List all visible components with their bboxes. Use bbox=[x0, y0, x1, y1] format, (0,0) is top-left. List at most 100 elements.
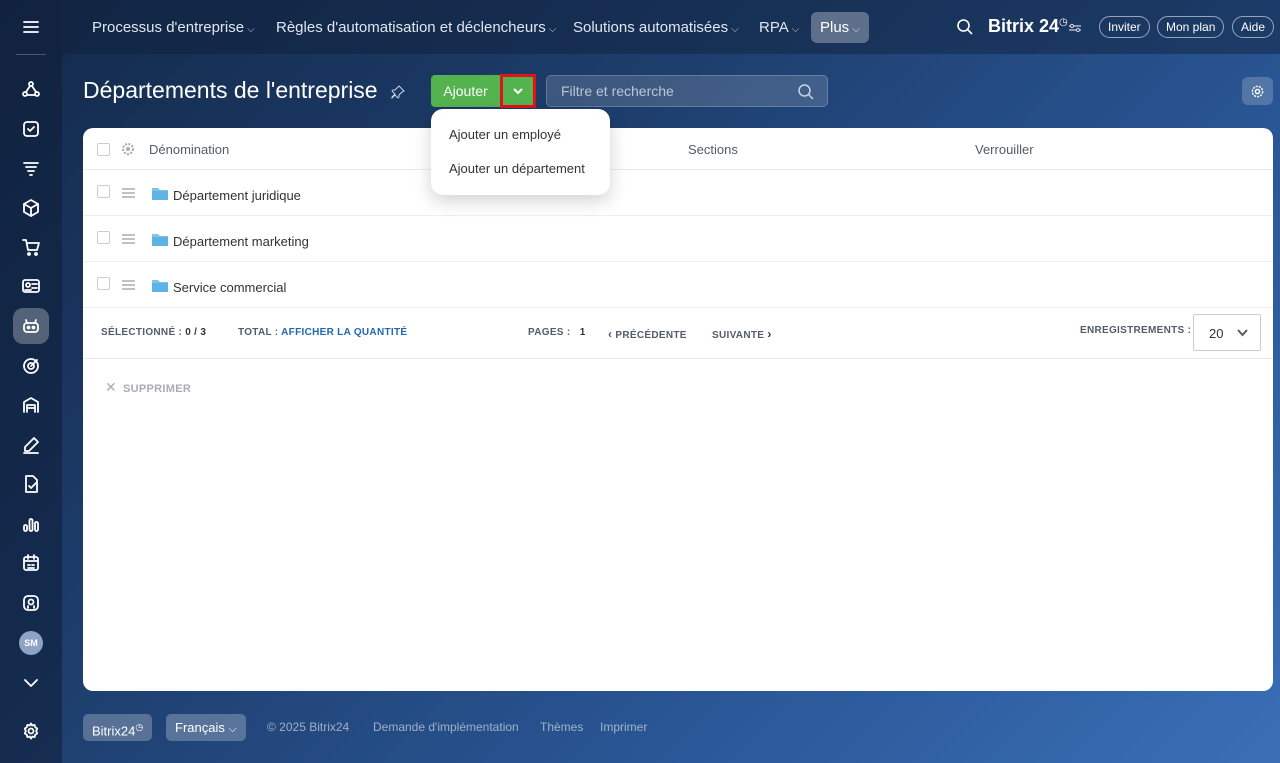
brand-logo[interactable]: Bitrix 24◷ bbox=[988, 16, 1068, 37]
next-page-button[interactable]: SUIVANTE › bbox=[712, 327, 772, 341]
gear-icon bbox=[1251, 85, 1264, 97]
flow-icon[interactable] bbox=[13, 72, 49, 108]
page-title: Départements de l'entreprise bbox=[83, 77, 378, 103]
folder-icon bbox=[152, 280, 168, 292]
chevron-down-icon: ⌵ bbox=[791, 24, 800, 35]
total-count: TOTAL : AFFICHER LA QUANTITÉ bbox=[238, 327, 407, 338]
brand-name: Bitrix 24 bbox=[988, 16, 1060, 36]
analytics-icon[interactable] bbox=[13, 506, 49, 542]
id-card-icon[interactable] bbox=[13, 268, 49, 304]
chevron-down-icon[interactable] bbox=[13, 665, 49, 701]
page-settings-button[interactable] bbox=[1242, 77, 1273, 105]
row-checkbox[interactable] bbox=[97, 185, 110, 198]
table-row[interactable]: Service commercial bbox=[83, 262, 1273, 308]
avatar[interactable]: SM bbox=[19, 631, 43, 655]
footer-brand-label: Bitrix24 bbox=[92, 723, 136, 739]
records-per-page-select[interactable]: 20 bbox=[1193, 314, 1261, 351]
target-icon[interactable] bbox=[13, 348, 49, 384]
department-name[interactable]: Département juridique bbox=[173, 188, 301, 203]
drag-handle-icon[interactable] bbox=[122, 280, 135, 290]
prev-label: PRÉCÉDENTE bbox=[615, 330, 687, 341]
nav-automated-solutions[interactable]: Solutions automatisées ⌵ bbox=[564, 12, 748, 43]
sign-document-icon[interactable] bbox=[13, 466, 49, 502]
chevron-down-icon: ⌵ bbox=[548, 24, 557, 35]
close-icon: ✕ bbox=[105, 379, 118, 395]
drag-handle-icon[interactable] bbox=[122, 234, 135, 244]
filter-stack-icon[interactable] bbox=[13, 150, 49, 186]
clock-icon: ◷ bbox=[1059, 17, 1068, 28]
column-header-lock[interactable]: Verrouiller bbox=[975, 142, 1034, 157]
nav-label: Règles d'automatisation et déclencheurs bbox=[276, 19, 546, 36]
column-header-sections[interactable]: Sections bbox=[688, 142, 738, 157]
grid-header: Dénomination Sections Verrouiller bbox=[83, 128, 1273, 170]
invite-button[interactable]: Inviter bbox=[1099, 16, 1150, 38]
row-checkbox[interactable] bbox=[97, 231, 110, 244]
language-label: Français bbox=[175, 720, 225, 735]
previous-page-button[interactable]: ‹ PRÉCÉDENTE bbox=[608, 327, 687, 341]
menu-icon[interactable] bbox=[13, 9, 49, 45]
nav-rpa[interactable]: RPA ⌵ bbox=[750, 12, 808, 43]
select-all-checkbox[interactable] bbox=[97, 143, 110, 156]
department-name[interactable]: Service commercial bbox=[173, 280, 286, 295]
menu-item-add-employee[interactable]: Ajouter un employé bbox=[449, 127, 561, 142]
pagination: PAGES : 1 bbox=[528, 327, 586, 338]
chevron-down-icon: ⌵ bbox=[731, 24, 739, 35]
menu-item-add-department[interactable]: Ajouter un département bbox=[449, 161, 585, 176]
pin-icon[interactable] bbox=[391, 85, 405, 100]
nav-more[interactable]: Plus ⌵ bbox=[811, 12, 869, 43]
pen-icon[interactable] bbox=[13, 427, 49, 463]
footer-link-print[interactable]: Imprimer bbox=[600, 720, 647, 734]
table-row[interactable]: Département juridique bbox=[83, 170, 1273, 216]
show-quantity-link[interactable]: AFFICHER LA QUANTITÉ bbox=[281, 327, 407, 338]
warehouse-icon[interactable] bbox=[13, 387, 49, 423]
table-row[interactable]: Département marketing bbox=[83, 216, 1273, 262]
checklist-icon[interactable] bbox=[13, 111, 49, 147]
chevron-down-icon bbox=[513, 88, 523, 95]
nav-label: Plus bbox=[820, 19, 850, 36]
total-label: TOTAL : bbox=[238, 327, 279, 338]
calendar-icon[interactable] bbox=[13, 545, 49, 581]
selected-label: SÉLECTIONNÉ : bbox=[101, 327, 183, 338]
delete-label: SUPPRIMER bbox=[123, 383, 192, 395]
my-plan-button[interactable]: Mon plan bbox=[1157, 16, 1225, 38]
settings-icon[interactable] bbox=[13, 713, 49, 749]
knowledge-icon[interactable] bbox=[13, 585, 49, 621]
row-checkbox[interactable] bbox=[97, 277, 110, 290]
search-icon[interactable] bbox=[956, 18, 974, 36]
column-header-name[interactable]: Dénomination bbox=[149, 142, 229, 157]
chevron-down-icon: ⌵ bbox=[247, 24, 255, 35]
filter-search[interactable] bbox=[546, 75, 828, 107]
top-navigation: Processus d'entreprise ⌵ Règles d'automat… bbox=[62, 0, 1280, 54]
footer-link-implementation[interactable]: Demande d'implémentation bbox=[373, 720, 519, 734]
chevron-down-icon bbox=[1237, 329, 1248, 337]
box-icon[interactable] bbox=[13, 190, 49, 226]
nav-label: Processus d'entreprise bbox=[92, 19, 245, 36]
nav-label: RPA bbox=[759, 19, 789, 36]
language-select[interactable]: Français ⌵ bbox=[166, 714, 246, 741]
nav-automation-rules[interactable]: Règles d'automatisation et déclencheurs ⌵ bbox=[267, 12, 565, 43]
current-page[interactable]: 1 bbox=[580, 327, 586, 338]
footer-link-themes[interactable]: Thèmes bbox=[540, 720, 583, 734]
nav-business-processes[interactable]: Processus d'entreprise ⌵ bbox=[83, 12, 264, 43]
add-button[interactable]: Ajouter bbox=[431, 75, 500, 107]
cart-icon[interactable] bbox=[13, 229, 49, 265]
delete-button[interactable]: ✕ SUPPRIMER bbox=[105, 379, 191, 396]
department-name[interactable]: Département marketing bbox=[173, 234, 309, 249]
records-value: 20 bbox=[1209, 326, 1224, 341]
footer-brand-button[interactable]: Bitrix24◷ bbox=[83, 714, 153, 741]
help-button[interactable]: Aide bbox=[1232, 16, 1275, 38]
drag-handle-icon[interactable] bbox=[122, 188, 135, 198]
nav-label: Solutions automatisées bbox=[573, 19, 729, 36]
clock-icon: ◷ bbox=[135, 722, 144, 732]
robot-icon[interactable] bbox=[13, 308, 49, 344]
gear-icon[interactable] bbox=[121, 142, 135, 156]
grid-footer: SÉLECTIONNÉ : 0 / 3 TOTAL : AFFICHER LA … bbox=[83, 308, 1273, 359]
copyright: © 2025 Bitrix24 bbox=[267, 720, 350, 734]
chevron-down-icon: ⌵ bbox=[228, 723, 237, 735]
settings-toggle-icon[interactable] bbox=[1068, 21, 1082, 35]
left-sidebar: SM bbox=[0, 0, 62, 763]
chevron-left-icon: ‹ bbox=[608, 327, 613, 341]
add-dropdown-toggle[interactable] bbox=[500, 74, 536, 108]
search-icon[interactable] bbox=[797, 83, 815, 101]
search-input[interactable] bbox=[561, 76, 791, 106]
